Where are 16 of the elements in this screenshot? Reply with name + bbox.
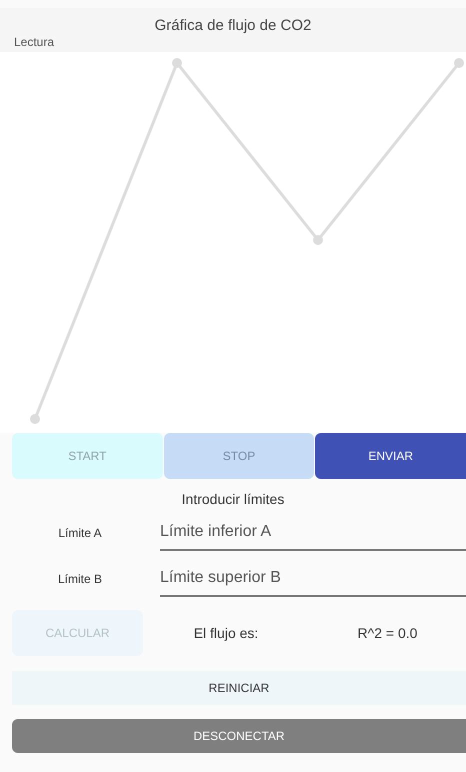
r-squared: R^2 = 0.0 [356, 624, 418, 642]
limit-label: Límite A [57, 525, 103, 542]
disconnect-button[interactable]: DESCONECTAR [12, 719, 466, 753]
chart-point [454, 58, 464, 68]
chart-point [172, 58, 182, 68]
limit-label: Límite B [56, 571, 103, 588]
limit-input[interactable]: Límite superior B [160, 561, 466, 597]
chart-title: Gráfica de flujo de CO2 [154, 18, 312, 33]
send-button[interactable]: ENVIAR [315, 433, 466, 479]
chart-point [313, 235, 323, 245]
flow-result: El flujo es: [192, 624, 260, 643]
reset-button[interactable]: REINICIAR [12, 671, 466, 705]
chart-point [30, 414, 40, 424]
limits-heading: Introducir límites [182, 490, 284, 509]
series-label: Lectura [14, 36, 56, 48]
limit-input[interactable]: Límite inferior A [160, 515, 466, 551]
